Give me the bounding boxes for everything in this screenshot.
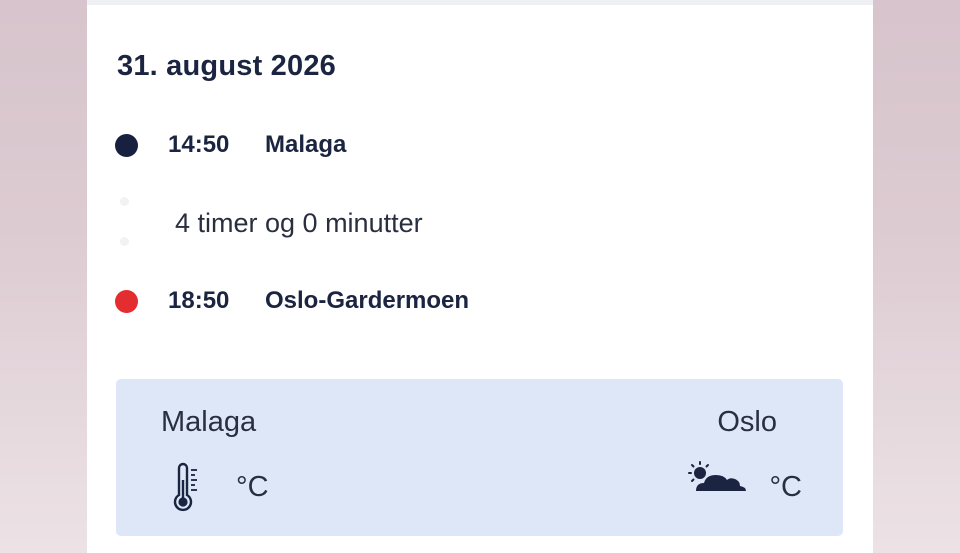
arrival-time: 18:50 — [168, 287, 230, 314]
weather-panel: Malaga Oslo °C °C — [116, 379, 843, 536]
card-top-edge — [87, 0, 873, 5]
partly-cloudy-icon — [688, 461, 746, 491]
departure-airport: Malaga — [265, 131, 347, 158]
thermometer-icon — [173, 462, 197, 512]
departure-row: 14:50 Malaga — [115, 128, 815, 162]
origin-temperature: °C — [236, 471, 269, 503]
connector-dot-icon — [120, 237, 129, 246]
departure-dot-icon — [115, 133, 138, 157]
destination-city: Oslo — [717, 406, 777, 438]
origin-city: Malaga — [161, 406, 257, 438]
connector-dot-icon — [120, 197, 129, 206]
departure-time: 14:50 — [168, 131, 230, 158]
flight-date: 31. august 2026 — [117, 50, 336, 82]
flight-details-card: 31. august 2026 14:50 Malaga 4 timer og … — [87, 0, 873, 553]
flight-duration: 4 timer og 0 minutter — [175, 208, 423, 238]
destination-temperature: °C — [769, 471, 802, 503]
arrival-row: 18:50 Oslo-Gardermoen — [115, 284, 815, 318]
arrival-airport: Oslo-Gardermoen — [265, 287, 470, 314]
arrival-dot-icon — [115, 289, 138, 313]
